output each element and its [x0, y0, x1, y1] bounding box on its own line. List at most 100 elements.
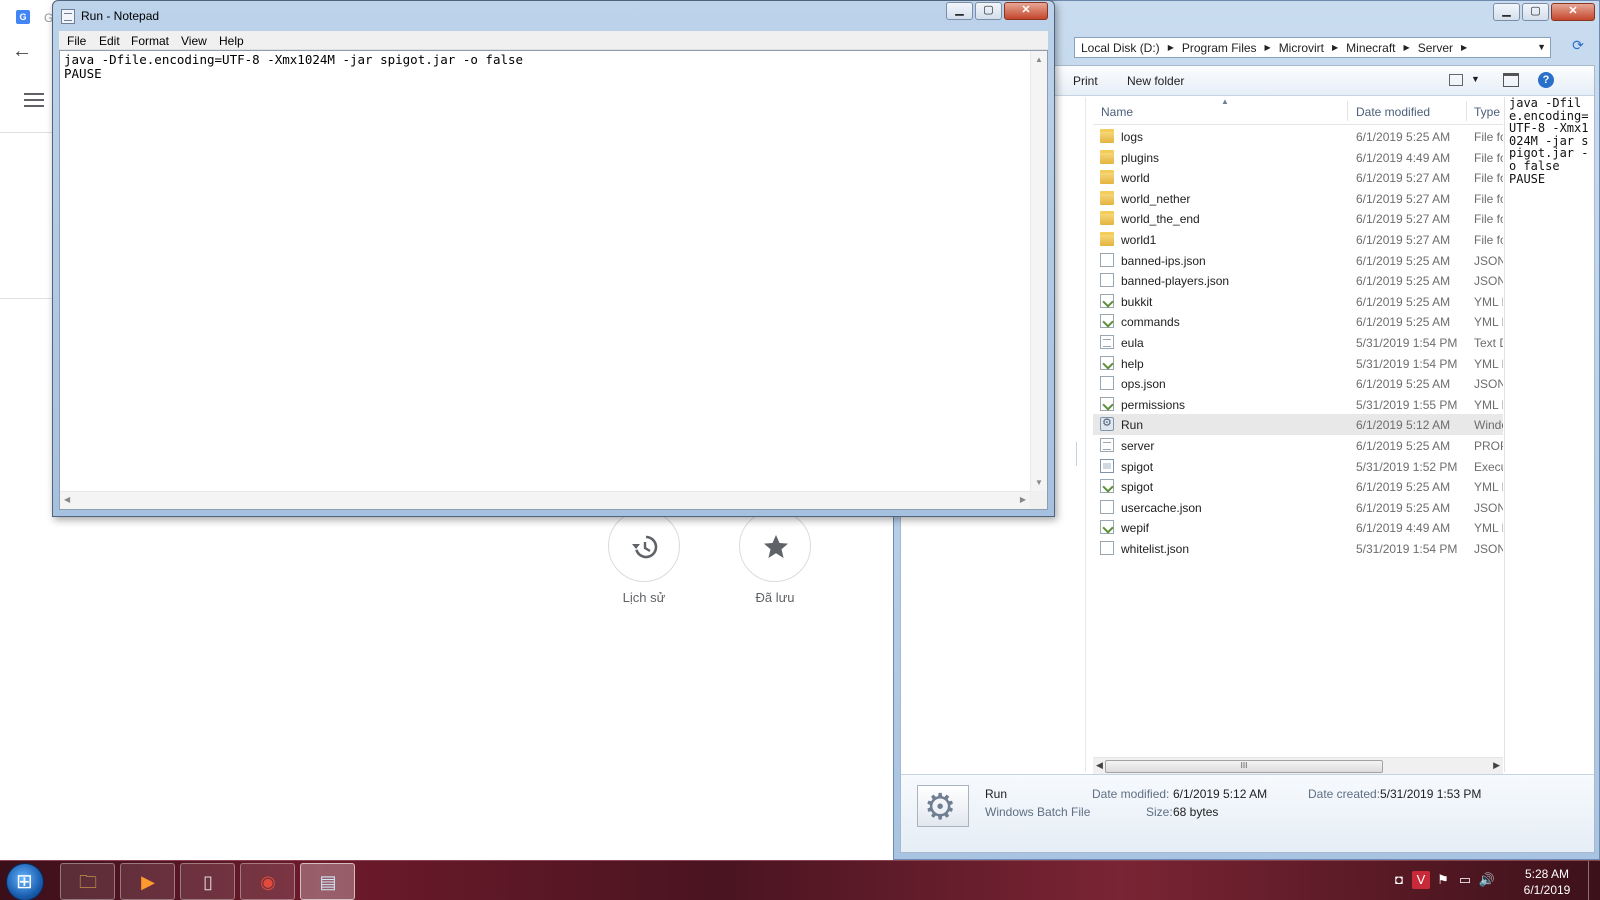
- file-row[interactable]: permissions 5/31/2019 1:55 PM YML F: [1093, 394, 1503, 415]
- details-file-kind: Windows Batch File: [985, 805, 1091, 819]
- notepad-window-controls: ▁ ▢ ✕: [944, 2, 1048, 20]
- view-options-icon[interactable]: [1449, 74, 1463, 86]
- taskbar-media-player[interactable]: ▶: [120, 863, 175, 900]
- help-icon[interactable]: ?: [1538, 72, 1554, 88]
- file-row[interactable]: commands 6/1/2019 5:25 AM YML F: [1093, 311, 1503, 332]
- minimize-button[interactable]: ▁: [946, 2, 973, 20]
- tray-app-icon[interactable]: ◘: [1390, 871, 1408, 889]
- file-row[interactable]: spigot 5/31/2019 1:52 PM Execut: [1093, 456, 1503, 477]
- pane-splitter[interactable]: [1076, 442, 1084, 466]
- address-dropdown-icon[interactable]: ▼: [1537, 42, 1546, 52]
- network-icon[interactable]: ▭: [1456, 871, 1474, 889]
- scrollbar-thumb[interactable]: III: [1105, 760, 1383, 773]
- menu-help[interactable]: Help: [219, 34, 244, 48]
- horizontal-scrollbar[interactable]: ◀ III ▶: [1093, 757, 1503, 774]
- taskbar-chrome[interactable]: ◉: [240, 863, 295, 900]
- chevron-right-icon[interactable]: ▶: [1168, 43, 1174, 52]
- column-header-date[interactable]: Date modified: [1356, 105, 1430, 119]
- menu-edit[interactable]: Edit: [99, 34, 120, 48]
- breadcrumb-item[interactable]: Program Files: [1182, 41, 1257, 55]
- file-row[interactable]: whitelist.json 5/31/2019 1:54 PM JSON I: [1093, 538, 1503, 559]
- taskbar-notepad[interactable]: ▤: [300, 863, 355, 900]
- details-modified-label: Date modified:: [1092, 787, 1170, 801]
- horizontal-scrollbar[interactable]: ◀ ▶: [60, 491, 1030, 509]
- breadcrumb-item[interactable]: Microvirt: [1279, 41, 1324, 55]
- vivaldi-icon[interactable]: V: [1412, 871, 1430, 889]
- menu-view[interactable]: View: [181, 34, 207, 48]
- close-button[interactable]: ✕: [1551, 3, 1595, 21]
- back-arrow-icon[interactable]: ←: [12, 40, 34, 62]
- history-button[interactable]: [608, 510, 680, 582]
- new-folder-button[interactable]: New folder: [1127, 74, 1184, 88]
- file-row[interactable]: world_nether 6/1/2019 5:27 AM File fo: [1093, 188, 1503, 209]
- scroll-right-arrow-icon[interactable]: ▶: [1493, 760, 1500, 771]
- minimize-button[interactable]: ▁: [1493, 3, 1520, 21]
- header-divider: [0, 132, 55, 133]
- scroll-up-arrow-icon[interactable]: ▲: [1035, 55, 1043, 64]
- file-row[interactable]: banned-ips.json 6/1/2019 5:25 AM JSON I: [1093, 250, 1503, 271]
- breadcrumb-item[interactable]: Minecraft: [1346, 41, 1395, 55]
- menu-file[interactable]: File: [67, 34, 86, 48]
- file-row[interactable]: Run 6/1/2019 5:12 AM Windc: [1093, 414, 1503, 436]
- refresh-icon[interactable]: ⟳: [1564, 37, 1592, 58]
- menu-format[interactable]: Format: [131, 34, 169, 48]
- preview-pane-icon[interactable]: [1503, 73, 1519, 87]
- file-name: spigot: [1121, 459, 1154, 474]
- breadcrumb-item[interactable]: Local Disk (D:): [1081, 41, 1160, 55]
- saved-button[interactable]: [739, 510, 811, 582]
- action-center-icon[interactable]: ⚑: [1434, 871, 1452, 889]
- close-button[interactable]: ✕: [1004, 2, 1048, 20]
- browser-tab[interactable]: G G: [14, 8, 53, 26]
- file-row[interactable]: world1 6/1/2019 5:27 AM File fo: [1093, 229, 1503, 250]
- file-date-modified: 6/1/2019 5:25 AM: [1356, 253, 1451, 268]
- file-row[interactable]: eula 5/31/2019 1:54 PM Text D: [1093, 332, 1503, 353]
- scroll-left-arrow-icon[interactable]: ◀: [1096, 760, 1103, 771]
- file-row[interactable]: spigot 6/1/2019 5:25 AM YML F: [1093, 476, 1503, 497]
- clock[interactable]: 5:28 AM 6/1/2019: [1512, 866, 1582, 898]
- chevron-right-icon[interactable]: ▶: [1461, 43, 1467, 52]
- column-headers: Name ▲ Date modified Type: [1093, 97, 1503, 125]
- vertical-scrollbar[interactable]: ▲ ▼: [1030, 51, 1047, 491]
- taskbar-device-app[interactable]: ▯: [180, 863, 235, 900]
- file-row[interactable]: server 6/1/2019 5:25 AM PROPE: [1093, 435, 1503, 456]
- editor-content[interactable]: java -Dfile.encoding=UTF-8 -Xmx1024M -ja…: [64, 53, 523, 80]
- hamburger-menu-icon[interactable]: [24, 93, 44, 109]
- resize-grip[interactable]: [1030, 491, 1047, 509]
- file-row[interactable]: usercache.json 6/1/2019 5:25 AM JSON I: [1093, 497, 1503, 518]
- print-button[interactable]: Print: [1073, 74, 1098, 88]
- address-bar[interactable]: Local Disk (D:) ▶ Program Files ▶ Microv…: [1074, 37, 1551, 58]
- text-editor[interactable]: java -Dfile.encoding=UTF-8 -Xmx1024M -ja…: [59, 50, 1048, 510]
- file-type: YML F: [1474, 315, 1503, 330]
- column-divider[interactable]: [1347, 101, 1348, 121]
- column-divider[interactable]: [1466, 101, 1467, 121]
- maximize-button[interactable]: ▢: [1522, 3, 1549, 21]
- taskbar-explorer[interactable]: 🗀: [60, 863, 115, 900]
- file-row[interactable]: banned-players.json 6/1/2019 5:25 AM JSON …: [1093, 270, 1503, 291]
- chevron-right-icon[interactable]: ▶: [1332, 43, 1338, 52]
- maximize-button[interactable]: ▢: [975, 2, 1002, 20]
- column-header-type[interactable]: Type: [1474, 105, 1500, 119]
- breadcrumb-item[interactable]: Server: [1418, 41, 1453, 55]
- chevron-right-icon[interactable]: ▶: [1265, 43, 1271, 52]
- file-row[interactable]: wepif 6/1/2019 4:49 AM YML F: [1093, 517, 1503, 538]
- chevron-right-icon[interactable]: ▶: [1404, 43, 1410, 52]
- file-row[interactable]: world 6/1/2019 5:27 AM File fo: [1093, 167, 1503, 188]
- show-desktop-button[interactable]: [1588, 861, 1600, 900]
- notepad-icon: [61, 9, 75, 24]
- scroll-right-arrow-icon[interactable]: ▶: [1020, 495, 1026, 504]
- file-row[interactable]: logs 6/1/2019 5:25 AM File fo: [1093, 126, 1503, 147]
- batch-file-icon: [1100, 416, 1114, 432]
- file-row[interactable]: bukkit 6/1/2019 5:25 AM YML F: [1093, 291, 1503, 312]
- file-row[interactable]: world_the_end 6/1/2019 5:27 AM File fo: [1093, 208, 1503, 229]
- view-dropdown-icon[interactable]: ▼: [1471, 74, 1480, 84]
- clock-date: 6/1/2019: [1523, 883, 1571, 897]
- scroll-left-arrow-icon[interactable]: ◀: [64, 495, 70, 504]
- volume-icon[interactable]: 🔊: [1478, 871, 1496, 889]
- file-row[interactable]: help 5/31/2019 1:54 PM YML F: [1093, 353, 1503, 374]
- system-tray: ◘ V ⚑ ▭ 🔊: [1390, 871, 1500, 891]
- scroll-down-arrow-icon[interactable]: ▼: [1035, 478, 1043, 487]
- start-button[interactable]: [6, 863, 44, 900]
- file-row[interactable]: plugins 6/1/2019 4:49 AM File fo: [1093, 147, 1503, 168]
- column-header-name[interactable]: Name: [1101, 105, 1133, 119]
- file-row[interactable]: ops.json 6/1/2019 5:25 AM JSON I: [1093, 373, 1503, 394]
